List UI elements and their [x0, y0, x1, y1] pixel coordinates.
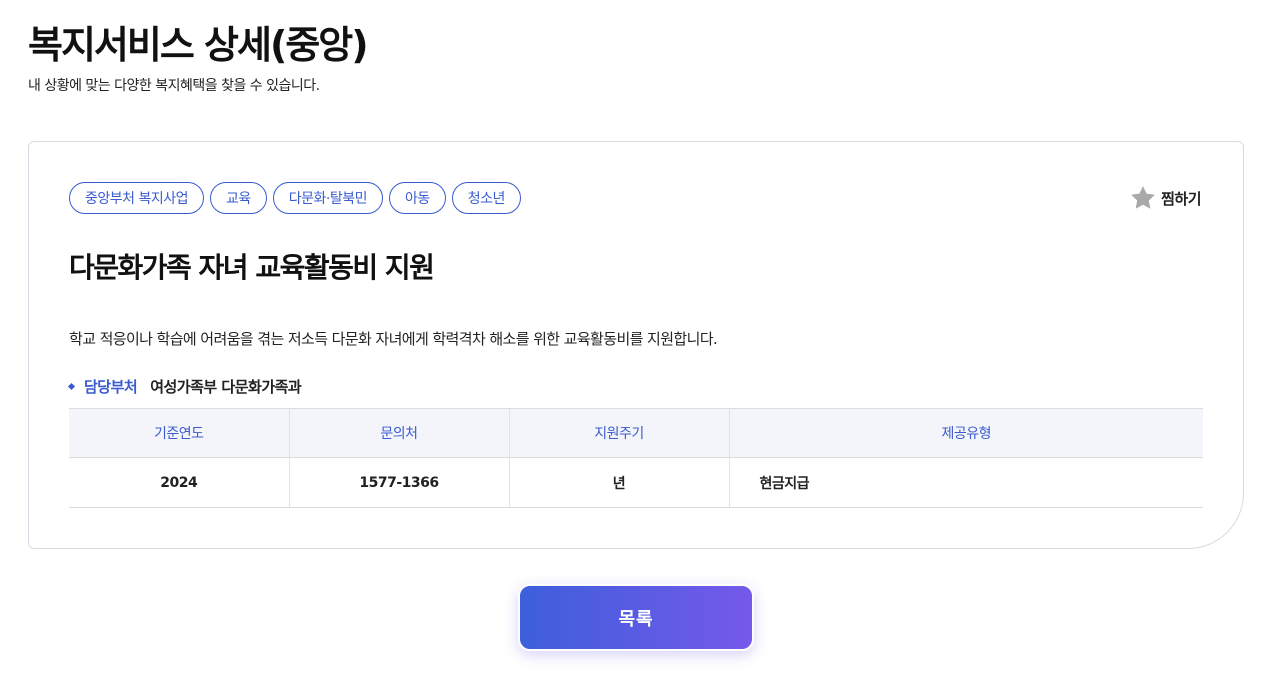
header-contact: 문의처: [289, 408, 510, 458]
category-tags: 중앙부처 복지사업 교육 다문화·탈북민 아동 청소년: [69, 182, 521, 214]
table-header-row: 기준연도 문의처 지원주기 제공유형: [69, 408, 1203, 458]
service-title: 다문화가족 자녀 교육활동비 지원: [69, 251, 435, 284]
page-title: 복지서비스 상세(중앙): [28, 23, 369, 67]
header-provision-type: 제공유형: [729, 408, 1203, 458]
page: 복지서비스 상세(중앙) 내 상황에 맞는 다양한 복지혜택을 찾을 수 있습니…: [0, 0, 1271, 679]
header-base-year: 기준연도: [69, 408, 290, 458]
table-row: 2024 1577-1366 년 현금지급: [69, 457, 1203, 508]
cell-provision-type: 현금지급: [729, 457, 1203, 508]
header-support-cycle: 지원주기: [509, 408, 730, 458]
diamond-bullet-icon: [67, 382, 76, 391]
list-button[interactable]: 목록: [518, 584, 754, 651]
tag-youth[interactable]: 청소년: [451, 182, 521, 214]
department-row: 담당부처 여성가족부 다문화가족과: [67, 376, 302, 397]
department-label: 담당부처: [84, 378, 138, 396]
service-detail-card: 중앙부처 복지사업 교육 다문화·탈북민 아동 청소년 찜하기 다문화가족 자녀…: [28, 141, 1244, 549]
bookmark-button[interactable]: 찜하기: [1129, 184, 1201, 212]
service-description: 학교 적응이나 학습에 어려움을 겪는 저소득 다문화 자녀에게 학력격차 해소…: [69, 330, 718, 348]
cell-contact: 1577-1366: [289, 457, 510, 508]
tag-education[interactable]: 교육: [210, 182, 267, 214]
tag-central-welfare[interactable]: 중앙부처 복지사업: [69, 182, 204, 214]
cell-support-cycle: 년: [509, 457, 730, 508]
tag-multicultural[interactable]: 다문화·탈북민: [272, 182, 383, 214]
tag-children[interactable]: 아동: [389, 182, 446, 214]
department-value: 여성가족부 다문화가족과: [150, 378, 302, 396]
bookmark-label: 찜하기: [1161, 189, 1201, 208]
cell-base-year: 2024: [69, 457, 290, 508]
page-subtitle: 내 상황에 맞는 다양한 복지혜택을 찾을 수 있습니다.: [28, 78, 320, 94]
service-info-table: 기준연도 문의처 지원주기 제공유형 2024 1577-1366 년 현금지급: [69, 408, 1203, 508]
star-icon: [1129, 184, 1157, 212]
